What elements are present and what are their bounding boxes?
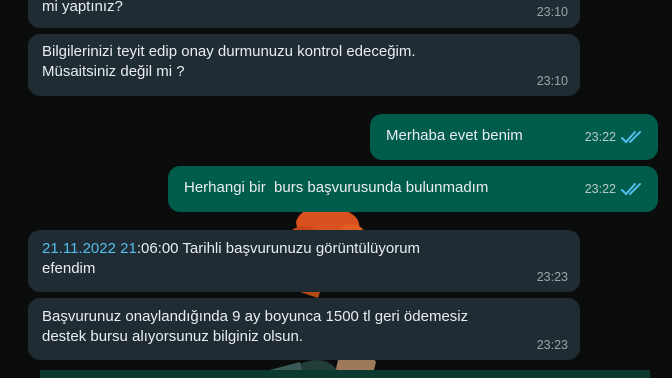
- message-bubble-incoming[interactable]: mi yaptınız? 23:10: [28, 0, 580, 28]
- message-time: 23:10: [536, 5, 568, 19]
- message-time: 23:22: [584, 130, 616, 144]
- message-text: Herhangi bir burs başvurusunda bulunmadı…: [184, 179, 489, 196]
- message-bubble-incoming[interactable]: Bilgilerinizi teyit edip onay durmunuzu …: [28, 34, 580, 96]
- message-time: 23:23: [536, 338, 568, 352]
- message-text: Başvurunuz onaylandığında 9 ay boyunca 1…: [42, 308, 469, 345]
- message-bubble-incoming[interactable]: 21.11.2022 21:06:00 Tarihli başvurunuzu …: [28, 230, 580, 292]
- double-check-icon: [620, 129, 646, 145]
- message-bubble-outgoing[interactable]: Herhangi bir burs başvurusunda bulunmadı…: [168, 166, 658, 212]
- message-time: 23:23: [536, 270, 568, 284]
- message-time: 23:22: [584, 182, 616, 196]
- message-text: 21.11.2022 21:06:00 Tarihli başvurunuzu …: [42, 239, 420, 279]
- message-bubble-incoming[interactable]: Başvurunuz onaylandığında 9 ay boyunca 1…: [28, 298, 580, 360]
- message-time: 23:10: [536, 74, 568, 88]
- message-bubble-outgoing[interactable]: Merhaba evet benim 23:22: [370, 114, 658, 160]
- message-text: mi yaptınız?: [42, 0, 123, 15]
- date-link[interactable]: 21.11.2022 21: [42, 240, 137, 257]
- message-text: Merhaba evet benim: [386, 127, 523, 144]
- message-text: Bilgilerinizi teyit edip onay durmunuzu …: [42, 43, 416, 80]
- double-check-icon: [620, 181, 646, 197]
